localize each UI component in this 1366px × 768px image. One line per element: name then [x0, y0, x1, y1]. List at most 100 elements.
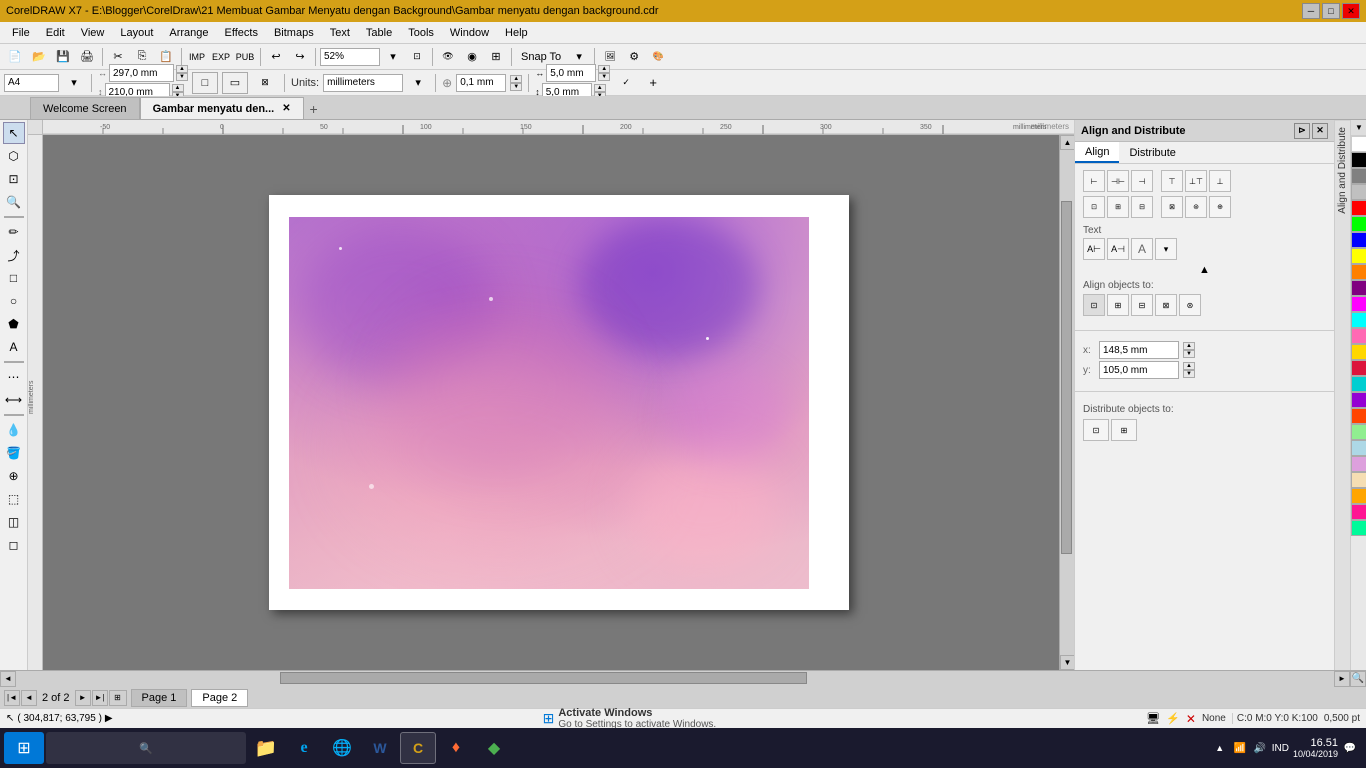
align-to-obj-btn[interactable]: ⊛: [1179, 294, 1201, 316]
h-dist-input[interactable]: [546, 64, 596, 82]
page-first-btn[interactable]: |◄: [4, 690, 20, 706]
new-btn[interactable]: 📄: [4, 47, 26, 67]
align-center-h-btn[interactable]: ⊣⊢: [1107, 170, 1129, 192]
tray-volume[interactable]: 🔊: [1252, 740, 1268, 756]
menu-arrange[interactable]: Arrange: [161, 25, 216, 41]
y-up-arrow[interactable]: ▲: [1183, 362, 1195, 370]
tab-document[interactable]: Gambar menyatu den... ✕: [140, 97, 304, 119]
color-blue[interactable]: [1351, 232, 1366, 248]
color-light-green[interactable]: [1351, 424, 1366, 440]
color-cyan[interactable]: [1351, 312, 1366, 328]
align-right-btn[interactable]: ⊣: [1131, 170, 1153, 192]
zoom-tool[interactable]: 🔍: [3, 191, 25, 213]
align-to-drawing-btn[interactable]: ⊟: [1131, 294, 1153, 316]
action-center-icon[interactable]: 💬: [1342, 740, 1358, 756]
hdist-down[interactable]: ▼: [598, 73, 610, 81]
file-explorer-btn[interactable]: 📁: [248, 732, 284, 764]
panel-collapse-arrow[interactable]: ▲: [1083, 264, 1326, 276]
nudge-input[interactable]: [456, 74, 506, 92]
align-top-btn[interactable]: ⊤: [1161, 170, 1183, 192]
view-opt2-btn[interactable]: ⊞: [485, 47, 507, 67]
freehand-tool[interactable]: ✏: [3, 221, 25, 243]
language-indicator[interactable]: IND: [1272, 743, 1289, 754]
distribute-tab[interactable]: Distribute: [1119, 142, 1185, 163]
panel-expand-btn[interactable]: ⊳: [1294, 123, 1310, 139]
color-green[interactable]: [1351, 216, 1366, 232]
menu-help[interactable]: Help: [497, 25, 536, 41]
dist-h-btn[interactable]: ⊡: [1083, 419, 1109, 441]
menu-tools[interactable]: Tools: [400, 25, 442, 41]
zoom-options-btn[interactable]: ▾: [382, 47, 404, 67]
word-btn[interactable]: W: [362, 732, 398, 764]
fill-tool[interactable]: 🪣: [3, 442, 25, 464]
coreldraw-btn[interactable]: C: [400, 732, 436, 764]
all-pages-btn[interactable]: ⊠: [252, 73, 278, 93]
apply-btn[interactable]: ✓: [614, 73, 638, 93]
panel-side-label[interactable]: Align and Distribute: [1335, 120, 1350, 220]
menu-bitmaps[interactable]: Bitmaps: [266, 25, 322, 41]
scroll-down-arrow[interactable]: ▼: [1060, 655, 1074, 670]
color-deep-pink[interactable]: [1351, 504, 1366, 520]
text-align-center-btn[interactable]: A⊣: [1107, 238, 1129, 260]
menu-window[interactable]: Window: [442, 25, 497, 41]
vdist-up[interactable]: ▲: [594, 84, 606, 92]
page-prev-btn[interactable]: ◄: [21, 690, 37, 706]
color-btn[interactable]: 🎨: [647, 47, 669, 67]
color-wheat[interactable]: [1351, 472, 1366, 488]
edge-btn[interactable]: e: [286, 732, 322, 764]
text-align-left-btn[interactable]: A⊢: [1083, 238, 1105, 260]
dimension-tool[interactable]: ⟷: [3, 389, 25, 411]
import-btn[interactable]: IMP: [186, 47, 208, 67]
app7-btn[interactable]: ◆: [476, 732, 512, 764]
save-btn[interactable]: 💾: [52, 47, 74, 67]
panel-close-btn[interactable]: ✕: [1312, 123, 1328, 139]
h-scroll-track[interactable]: [16, 671, 1334, 687]
menu-edit[interactable]: Edit: [38, 25, 73, 41]
paper-size-input[interactable]: [4, 74, 59, 92]
color-yellow[interactable]: [1351, 248, 1366, 264]
color-spring-green[interactable]: [1351, 520, 1366, 536]
redo-btn[interactable]: ↪: [289, 47, 311, 67]
color-crimson[interactable]: [1351, 360, 1366, 376]
align-l-edge-btn[interactable]: ⊡: [1083, 196, 1105, 218]
align-to-grid-btn[interactable]: ⊠: [1155, 294, 1177, 316]
open-btn[interactable]: 📂: [28, 47, 50, 67]
menu-table[interactable]: Table: [358, 25, 400, 41]
watercolor-image[interactable]: [289, 217, 809, 589]
color-palette-arrow[interactable]: ▼: [1351, 120, 1366, 136]
tab-close-icon[interactable]: ✕: [282, 103, 290, 114]
extrude-tool[interactable]: ⬚: [3, 488, 25, 510]
width-up[interactable]: ▲: [176, 65, 188, 73]
scroll-thumb[interactable]: [1061, 201, 1072, 555]
color-gold[interactable]: [1351, 344, 1366, 360]
hdist-up[interactable]: ▲: [598, 65, 610, 73]
menu-view[interactable]: View: [73, 25, 113, 41]
blend-tool[interactable]: ⊕: [3, 465, 25, 487]
text-drop-btn[interactable]: ▾: [1155, 238, 1177, 260]
y-down-arrow[interactable]: ▼: [1183, 370, 1195, 378]
menu-text[interactable]: Text: [322, 25, 358, 41]
export-btn[interactable]: EXP: [210, 47, 232, 67]
transparency-tool[interactable]: ◻: [3, 534, 25, 556]
app6-btn[interactable]: ♦: [438, 732, 474, 764]
clock-time[interactable]: 16.51 10/04/2019: [1293, 737, 1338, 759]
h-scroll-thumb[interactable]: [280, 672, 807, 684]
color-plum[interactable]: [1351, 456, 1366, 472]
eyedropper-tool[interactable]: 💧: [3, 419, 25, 441]
width-down[interactable]: ▼: [176, 73, 188, 81]
align-tab[interactable]: Align: [1075, 142, 1119, 163]
minimize-button[interactable]: ─: [1302, 3, 1320, 19]
undo-btn[interactable]: ↩: [265, 47, 287, 67]
unit-input[interactable]: [323, 74, 403, 92]
color-gray[interactable]: [1351, 168, 1366, 184]
align-to-page-btn[interactable]: ⊡: [1083, 294, 1105, 316]
width-input[interactable]: [109, 64, 174, 82]
page-tab-2[interactable]: Page 2: [191, 689, 248, 707]
color-silver[interactable]: [1351, 184, 1366, 200]
color-purple[interactable]: [1351, 280, 1366, 296]
close-button[interactable]: ✕: [1342, 3, 1360, 19]
y-coord-input[interactable]: [1099, 361, 1179, 379]
color-red[interactable]: [1351, 200, 1366, 216]
connector-tool[interactable]: ⋯: [3, 366, 25, 388]
page-add-btn[interactable]: ⊞: [109, 690, 127, 706]
